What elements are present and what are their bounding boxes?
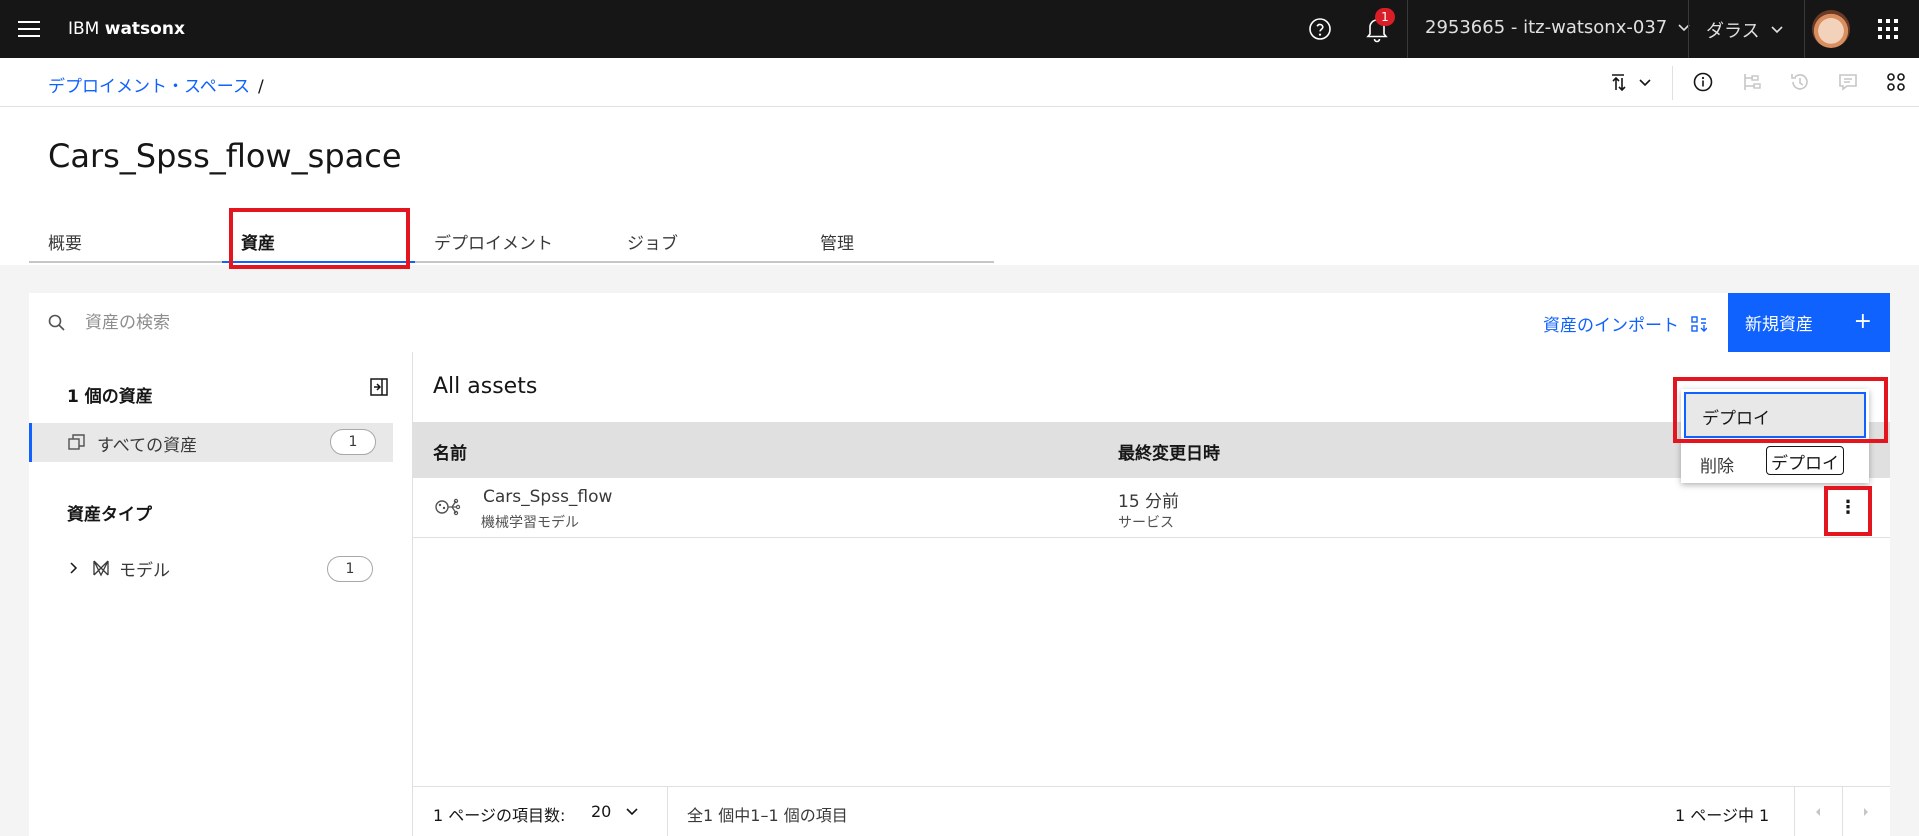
asset-count-title: 1 個の資産 — [67, 387, 153, 407]
breadcrumb: デプロイメント・スペース / — [48, 72, 264, 97]
column-header-name[interactable]: 名前 — [433, 439, 467, 464]
models-label: モデル — [119, 561, 170, 581]
import-assets-link[interactable]: 資産のインポート — [1543, 311, 1707, 336]
topbar-divider — [1407, 0, 1408, 58]
toolbar-divider — [1672, 66, 1673, 100]
breadcrumb-link-deployment-spaces[interactable]: デプロイメント・スペース — [48, 77, 250, 97]
sidebar-item-models[interactable]: モデル 1 — [29, 552, 393, 586]
hamburger-menu-icon[interactable] — [0, 0, 58, 58]
breadcrumb-separator: / — [257, 77, 264, 97]
asset-modified-time: 15 分前 — [1118, 492, 1180, 512]
search-icon — [47, 313, 67, 333]
asset-type: 機械学習モデル — [481, 515, 579, 531]
annotation-highlight-deploy-item — [1673, 377, 1888, 443]
all-assets-count-badge: 1 — [330, 429, 376, 455]
info-icon[interactable] — [1691, 70, 1715, 94]
table-header: 名前 最終変更日時 — [413, 422, 1890, 478]
notification-badge: 1 — [1375, 8, 1395, 26]
all-assets-icon — [68, 433, 86, 451]
history-icon[interactable] — [1788, 70, 1812, 94]
apps-grid-icon[interactable] — [1884, 70, 1908, 94]
topbar-divider — [1804, 0, 1805, 58]
app-switcher-icon[interactable] — [1876, 17, 1900, 41]
asset-filter-sidebar: 1 個の資産 すべての資産 1 資産タイプ モデル 1 — [29, 352, 413, 836]
previous-page-icon[interactable] — [1794, 787, 1842, 836]
model-icon — [91, 558, 111, 578]
tab-jobs[interactable]: ジョブ — [608, 217, 801, 263]
pagination-divider — [667, 787, 668, 836]
asset-list-title: All assets — [433, 374, 538, 399]
items-per-page-value: 20 — [591, 802, 612, 821]
chevron-right-icon[interactable] — [67, 560, 81, 574]
product-name[interactable]: IBM watsonx — [68, 19, 185, 39]
pagination-bar: 1 ページの項目数: 20 全1 個中1–1 個の項目 1 ページ中 1 — [413, 786, 1890, 836]
import-icon — [1691, 315, 1707, 332]
new-asset-label: 新規資産 — [1745, 315, 1813, 335]
upload-download-menu[interactable] — [1608, 70, 1658, 94]
brand-name: watsonx — [104, 19, 185, 39]
topbar-divider — [1688, 0, 1689, 58]
plus-icon: + — [1853, 309, 1872, 334]
sidebar-item-all-assets[interactable]: すべての資産 1 — [29, 423, 393, 462]
collapse-panel-icon[interactable] — [369, 377, 389, 397]
models-count-badge: 1 — [327, 556, 373, 582]
page-title: Cars_Spss_flow_space — [48, 137, 402, 175]
tab-bar: 概要 資産 デプロイメント ジョブ 管理 — [29, 217, 994, 263]
new-asset-button[interactable]: 新規資産 + — [1728, 293, 1890, 352]
brand-prefix: IBM — [68, 19, 105, 39]
asset-toolbar: 資産のインポート 新規資産 + — [29, 293, 1890, 352]
annotation-highlight-assets-tab — [229, 208, 410, 269]
lineage-icon[interactable] — [1740, 70, 1764, 94]
tab-deployments[interactable]: デプロイメント — [415, 217, 608, 263]
comment-icon[interactable] — [1836, 70, 1860, 94]
chevron-down-icon — [1771, 26, 1783, 34]
column-header-last-modified[interactable]: 最終変更日時 — [1118, 439, 1220, 464]
top-navigation-bar: IBM watsonx 1 2953665 - itz-watsonx-037 … — [0, 0, 1919, 58]
annotation-highlight-overflow-menu — [1824, 486, 1872, 536]
asset-types-title: 資産タイプ — [67, 505, 152, 525]
region-label: ダラス — [1706, 21, 1760, 42]
asset-list-panel: All assets 名前 最終変更日時 Cars_Spss_flow 機械学習… — [413, 352, 1890, 836]
items-per-page-select[interactable]: 20 — [591, 802, 639, 821]
help-icon[interactable] — [1308, 17, 1332, 41]
chevron-down-icon — [1678, 23, 1690, 31]
asset-name-link[interactable]: Cars_Spss_flow — [483, 487, 612, 507]
item-range-text: 全1 個中1–1 個の項目 — [687, 806, 848, 825]
tab-manage[interactable]: 管理 — [801, 217, 994, 263]
import-assets-label: 資産のインポート — [1543, 316, 1679, 336]
asset-modified-by: サービス — [1118, 515, 1174, 531]
account-label: 2953665 - itz-watsonx-037 — [1425, 17, 1668, 38]
items-per-page-label: 1 ページの項目数: — [433, 806, 566, 825]
next-page-icon[interactable] — [1842, 787, 1890, 836]
page-count-text: 1 ページ中 1 — [1675, 806, 1770, 825]
deploy-tooltip: デプロイ — [1766, 446, 1844, 475]
chevron-down-icon — [626, 807, 638, 815]
all-assets-label: すべての資産 — [97, 436, 198, 456]
asset-search-input[interactable] — [85, 305, 885, 341]
account-switcher[interactable]: 2953665 - itz-watsonx-037 — [1425, 17, 1691, 38]
breadcrumb-bar: デプロイメント・スペース / — [0, 58, 1919, 107]
ml-model-icon — [433, 493, 461, 521]
region-switcher[interactable]: ダラス — [1706, 17, 1784, 43]
user-avatar[interactable] — [1812, 10, 1850, 48]
tab-overview[interactable]: 概要 — [29, 217, 222, 263]
table-row[interactable]: Cars_Spss_flow 機械学習モデル 15 分前 サービス ⋮ — [413, 478, 1890, 538]
